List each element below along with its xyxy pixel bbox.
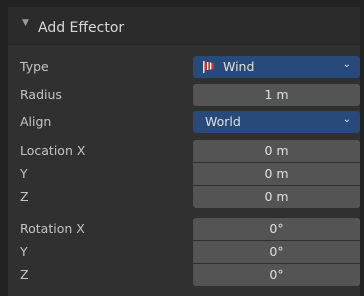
align-dropdown[interactable]: World ⌄ <box>193 111 360 133</box>
row-location-x: Location X 0 m <box>8 139 360 163</box>
location-z-label: Z <box>20 189 29 204</box>
panel-title: Add Effector <box>38 20 125 36</box>
row-rotation-y: Y 0° <box>8 240 360 264</box>
rotation-x-label: Rotation X <box>20 221 85 236</box>
align-label: Align <box>20 114 52 129</box>
row-rotation-x: Rotation X 0° <box>8 217 360 241</box>
location-x-label: Location X <box>20 143 86 158</box>
row-radius: Radius 1 m <box>8 83 360 107</box>
location-y-field[interactable]: 0 m <box>193 163 360 185</box>
row-location-z: Z 0 m <box>8 185 360 209</box>
radius-field[interactable]: 1 m <box>193 84 360 106</box>
add-effector-panel: ▼ Add Effector Type Wind ⌄ Radius 1 m Al… <box>0 0 364 296</box>
type-value: Wind <box>223 59 255 74</box>
panel-header[interactable]: ▼ Add Effector <box>8 7 360 45</box>
location-x-field[interactable]: 0 m <box>193 140 360 162</box>
row-align: Align World ⌄ <box>8 110 360 134</box>
type-label: Type <box>20 59 49 74</box>
rotation-y-field[interactable]: 0° <box>193 241 360 263</box>
rotation-y-label: Y <box>20 244 28 259</box>
rotation-z-field[interactable]: 0° <box>193 264 360 286</box>
rotation-z-label: Z <box>20 267 29 282</box>
row-rotation-z: Z 0° <box>8 263 360 287</box>
chevron-down-icon: ⌄ <box>342 114 351 125</box>
rotation-x-field[interactable]: 0° <box>193 218 360 240</box>
collapse-triangle-icon[interactable]: ▼ <box>22 18 29 28</box>
location-z-field[interactable]: 0 m <box>193 186 360 208</box>
chevron-down-icon: ⌄ <box>342 59 351 70</box>
row-type: Type Wind ⌄ <box>8 55 360 79</box>
location-y-label: Y <box>20 166 28 181</box>
align-value: World <box>205 114 241 129</box>
wind-icon <box>203 61 214 73</box>
row-location-y: Y 0 m <box>8 162 360 186</box>
type-dropdown[interactable]: Wind ⌄ <box>193 56 360 78</box>
radius-label: Radius <box>20 87 62 102</box>
